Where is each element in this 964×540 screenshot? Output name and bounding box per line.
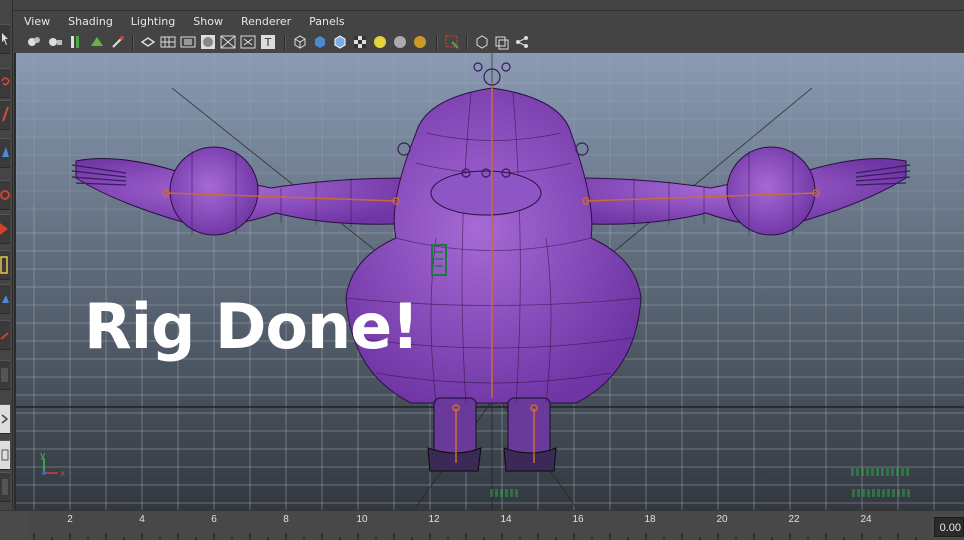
outliner-icon[interactable]	[0, 404, 10, 434]
scale-tool-icon[interactable]	[0, 214, 10, 244]
shadows-icon[interactable]	[392, 34, 408, 50]
last-tool-icon[interactable]	[0, 284, 10, 314]
panel-layout-icon[interactable]	[0, 472, 10, 502]
time-tick-label: 10	[356, 514, 368, 525]
soft-mod-icon[interactable]	[0, 320, 10, 350]
overlay-caption: Rig Done!	[84, 290, 419, 363]
menu-show[interactable]: Show	[183, 11, 231, 33]
image-plane-icon[interactable]	[89, 34, 105, 50]
camera-attributes-icon[interactable]	[47, 34, 63, 50]
menu-renderer[interactable]: Renderer	[231, 11, 299, 33]
smooth-shade-icon[interactable]	[312, 34, 328, 50]
menu-lighting[interactable]: Lighting	[121, 11, 183, 33]
manipulator-icon[interactable]	[0, 250, 10, 280]
time-tick-label: 18	[644, 514, 656, 525]
default-light-icon[interactable]	[372, 34, 388, 50]
bookmark-icon[interactable]	[68, 34, 84, 50]
menu-view[interactable]: View	[14, 11, 58, 33]
time-tick-label: 14	[500, 514, 512, 525]
time-tick-label: 20	[716, 514, 728, 525]
grease-pencil-icon[interactable]	[140, 34, 156, 50]
xray-active-icon[interactable]	[514, 34, 530, 50]
paint-select-icon[interactable]	[0, 100, 10, 130]
time-slider[interactable]: 2 4 6 8 10 12 14 16 18 20 22 24 0.00	[0, 510, 964, 540]
graph-icon[interactable]	[0, 440, 10, 470]
grid-icon[interactable]	[160, 34, 176, 50]
viewport-scene: y x	[16, 53, 964, 510]
time-tick-label: 12	[428, 514, 440, 525]
safe-action-icon[interactable]: T	[260, 34, 276, 50]
wireframe-on-shaded-icon[interactable]	[332, 34, 348, 50]
time-tick-label: 22	[788, 514, 800, 525]
lasso-tool-icon[interactable]	[0, 68, 10, 98]
move-tool-icon[interactable]	[0, 138, 10, 168]
wireframe-icon[interactable]	[292, 34, 308, 50]
axis-x-label: x	[60, 469, 66, 479]
toolbar-separator	[132, 35, 134, 50]
hud-stats	[851, 468, 911, 476]
select-tool-icon[interactable]	[0, 24, 10, 54]
isolate-select-icon[interactable]	[444, 34, 460, 50]
time-tick-label: 4	[139, 514, 145, 525]
toolbar-separator	[436, 35, 438, 50]
axis-y-label: y	[40, 451, 46, 461]
menu-panels[interactable]: Panels	[299, 11, 352, 33]
time-tick-label: 2	[67, 514, 73, 525]
layout-icon[interactable]	[0, 360, 10, 390]
toolbar-separator	[284, 35, 286, 50]
svg-text:T: T	[264, 36, 272, 49]
field-chart-icon[interactable]	[240, 34, 256, 50]
left-tool-shelf	[0, 0, 13, 508]
2d-pan-zoom-icon[interactable]	[110, 34, 126, 50]
current-frame-field[interactable]: 0.00	[934, 517, 964, 537]
camera-icon[interactable]	[494, 34, 510, 50]
time-tick-label: 16	[572, 514, 584, 525]
time-ruler[interactable]: 2 4 6 8 10 12 14 16 18 20 22 24	[28, 511, 930, 540]
gate-mask-icon[interactable]	[220, 34, 236, 50]
panel-menu-bar: View Shading Lighting Show Renderer Pane…	[14, 10, 964, 33]
menu-shading[interactable]: Shading	[58, 11, 121, 33]
ambient-occlusion-icon[interactable]	[412, 34, 428, 50]
time-tick-label: 24	[860, 514, 872, 525]
film-gate-icon[interactable]	[180, 34, 196, 50]
panel-toolbar: T	[14, 32, 964, 54]
maya-app-window: View Shading Lighting Show Renderer Pane…	[0, 0, 964, 540]
hud-camera-name	[490, 489, 520, 497]
time-tick-label: 8	[283, 514, 289, 525]
resolution-gate-icon[interactable]	[200, 34, 216, 50]
hud-stats	[852, 489, 912, 497]
perspective-viewport[interactable]: y x Rig Done!	[14, 53, 964, 510]
rotate-tool-icon[interactable]	[0, 180, 10, 210]
camera-select-icon[interactable]	[26, 34, 42, 50]
xray-icon[interactable]	[352, 34, 368, 50]
toolbar-separator	[466, 35, 468, 50]
xray-joints-icon[interactable]	[474, 34, 490, 50]
time-tick-label: 6	[211, 514, 217, 525]
